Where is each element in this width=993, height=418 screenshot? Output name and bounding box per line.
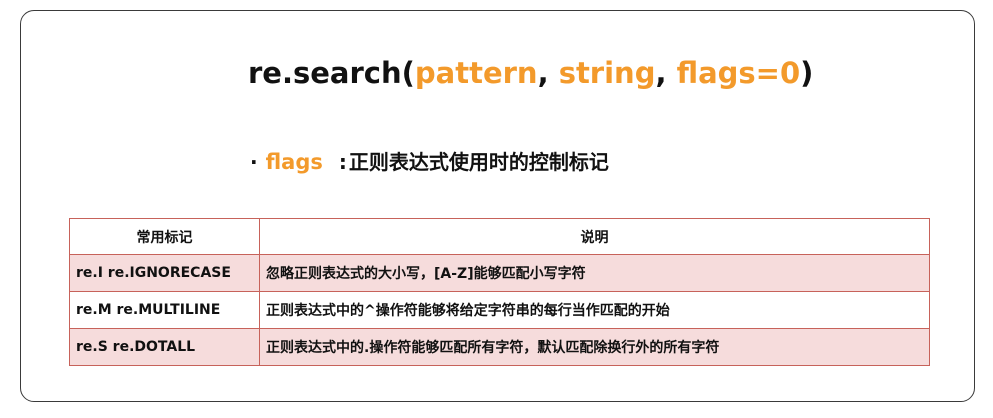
flags-description: 正则表达式使用时的控制标记 [348, 150, 609, 174]
table-row: re.I re.IGNORECASE 忽略正则表达式的大小写，[A‐Z]能够匹配… [69, 254, 930, 292]
colon-separator: : [338, 150, 347, 174]
function-signature: re.search(pattern, string, flags=0) [248, 56, 813, 90]
function-name: re.search [248, 56, 402, 90]
param-string: string [558, 56, 656, 90]
param-flags: flags=0 [676, 56, 801, 90]
flags-table: 常用标记 说明 re.I re.IGNORECASE 忽略正则表达式的大小写，[… [69, 218, 930, 366]
comma-2: , [655, 56, 677, 90]
flag-cell: re.S re.DOTALL [69, 328, 260, 366]
flag-cell: re.M re.MULTILINE [69, 291, 260, 329]
table-row: re.M re.MULTILINE 正则表达式中的^操作符能够将给定字符串的每行… [69, 291, 930, 329]
open-paren: ( [401, 56, 415, 90]
table-header-row: 常用标记 说明 [69, 218, 930, 255]
comma-1: , [537, 56, 559, 90]
flag-cell: re.I re.IGNORECASE [69, 254, 260, 292]
param-pattern: pattern [414, 56, 538, 90]
description-cell: 正则表达式中的.操作符能够匹配所有字符，默认匹配除换行外的所有字符 [259, 328, 930, 366]
description-cell: 正则表达式中的^操作符能够将给定字符串的每行当作匹配的开始 [259, 291, 930, 329]
table-row: re.S re.DOTALL 正则表达式中的.操作符能够匹配所有字符，默认匹配除… [69, 328, 930, 366]
description-cell: 忽略正则表达式的大小写，[A‐Z]能够匹配小写字符 [259, 254, 930, 292]
flags-description-line: · flags: 正则表达式使用时的控制标记 [250, 146, 609, 175]
header-description: 说明 [259, 218, 930, 255]
flags-keyword: flags [265, 150, 323, 174]
bullet-point: · [250, 150, 258, 174]
header-common-flag: 常用标记 [69, 218, 260, 255]
close-paren: ) [800, 56, 814, 90]
